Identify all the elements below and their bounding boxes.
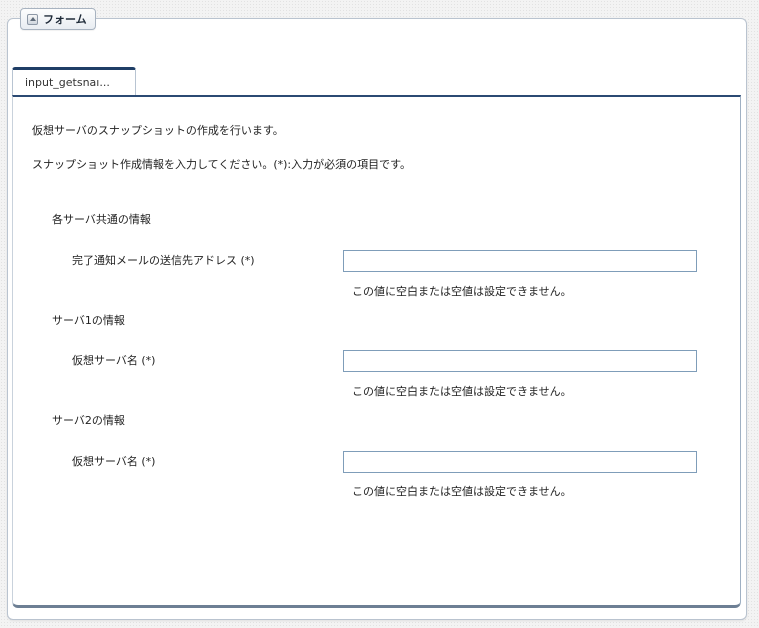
section-heading-server2: サーバ2の情報	[52, 414, 125, 427]
validation-message-server1: この値に空白または空値は設定できません。	[352, 385, 572, 398]
form-title-tab[interactable]: フォーム	[20, 8, 96, 30]
collapse-icon[interactable]	[27, 13, 38, 25]
validation-message-email: この値に空白または空値は設定できません。	[352, 285, 572, 298]
notification-email-input[interactable]	[343, 250, 697, 272]
tab-input-getsnapshot[interactable]: input_getsnaı...	[12, 67, 136, 95]
section-heading-common: 各サーバ共通の情報	[52, 213, 151, 226]
server1-vm-name-label: 仮想サーバ名 (*)	[72, 354, 156, 367]
form-instruction: スナップショット作成情報を入力してください。(*):入力が必須の項目です。	[32, 158, 412, 171]
form-title: フォーム	[43, 13, 87, 26]
server1-vm-name-input[interactable]	[343, 350, 697, 372]
notification-email-label: 完了通知メールの送信先アドレス (*)	[72, 254, 255, 267]
server2-vm-name-label: 仮想サーバ名 (*)	[72, 455, 156, 468]
section-heading-server1: サーバ1の情報	[52, 314, 125, 327]
tab-label: input_getsnaı...	[25, 76, 110, 89]
form-description: 仮想サーバのスナップショットの作成を行います。	[32, 124, 284, 137]
server2-vm-name-input[interactable]	[343, 451, 697, 473]
validation-message-server2: この値に空白または空値は設定できません。	[352, 485, 572, 498]
